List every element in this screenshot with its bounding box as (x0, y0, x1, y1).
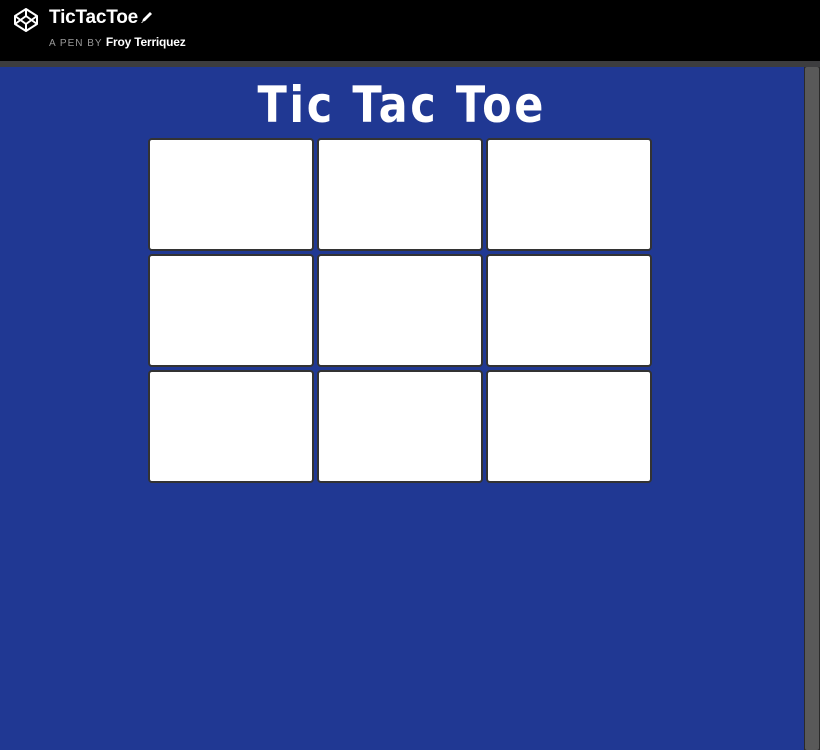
board-cell-9[interactable] (486, 370, 652, 483)
board-cell-6[interactable] (486, 254, 652, 367)
pen-title[interactable]: TicTacToe (49, 6, 138, 30)
codepen-header: TicTacToe A PEN BY Froy Terriquez (0, 0, 820, 61)
board-cell-5[interactable] (317, 254, 483, 367)
board-cell-3[interactable] (486, 138, 652, 251)
author-link[interactable]: Froy Terriquez (106, 35, 186, 49)
codepen-logo-icon[interactable] (12, 6, 40, 34)
board-cell-1[interactable] (148, 138, 314, 251)
vertical-scrollbar[interactable] (804, 67, 820, 750)
board-cell-8[interactable] (317, 370, 483, 483)
board-cell-4[interactable] (148, 254, 314, 367)
board-cell-7[interactable] (148, 370, 314, 483)
scrollbar-thumb[interactable] (805, 67, 819, 750)
byline-prefix: A PEN BY (49, 38, 103, 49)
pencil-icon[interactable] (140, 10, 154, 24)
board-cell-2[interactable] (317, 138, 483, 251)
pen-byline: A PEN BY Froy Terriquez (49, 34, 186, 52)
game-title: Tic Tac Toe (257, 76, 546, 134)
game-board (148, 138, 654, 484)
